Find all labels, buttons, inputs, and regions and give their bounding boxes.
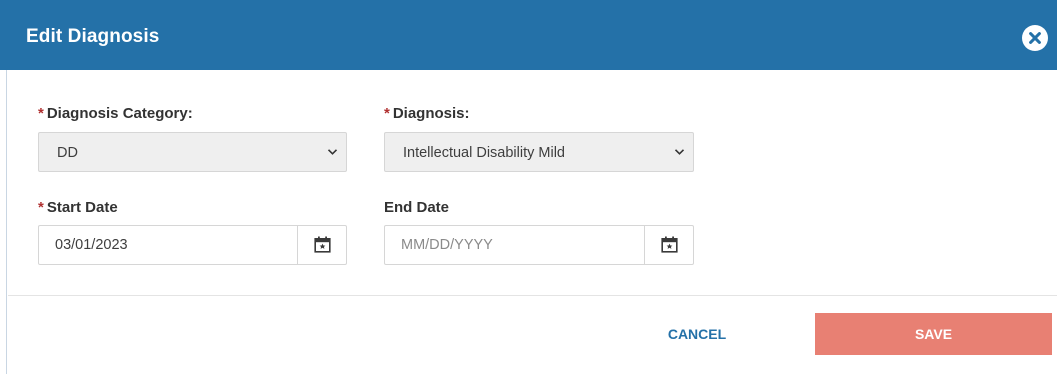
- start-date-calendar-button[interactable]: [297, 226, 346, 264]
- end-date-label: End Date: [384, 199, 449, 217]
- end-date-label-text: End Date: [384, 199, 450, 216]
- diagnosis-value: Intellectual Disability Mild: [403, 145, 565, 161]
- calendar-icon: [661, 236, 678, 253]
- edit-diagnosis-dialog: Edit Diagnosis * Diagnosis Category: DD *…: [0, 0, 1057, 374]
- end-date-calendar-button[interactable]: [644, 226, 693, 264]
- calendar-icon: [314, 236, 331, 253]
- start-date-field: [38, 225, 347, 265]
- cancel-button[interactable]: CANCEL: [655, 313, 739, 355]
- diagnosis-label: * Diagnosis:: [384, 105, 470, 123]
- diagnosis-select[interactable]: Intellectual Disability Mild: [384, 132, 694, 172]
- save-button[interactable]: SAVE: [815, 313, 1052, 355]
- start-date-label-text: Start Date: [46, 199, 118, 216]
- dialog-border: [0, 70, 7, 374]
- start-date-input[interactable]: [39, 226, 297, 264]
- diagnosis-category-value: DD: [57, 145, 78, 161]
- diagnosis-category-select[interactable]: DD: [38, 132, 347, 172]
- required-marker: *: [38, 199, 44, 216]
- end-date-input[interactable]: [385, 226, 644, 264]
- diagnosis-category-label-text: Diagnosis Category:: [46, 105, 193, 122]
- dialog-header: Edit Diagnosis: [0, 0, 1057, 70]
- end-date-field: [384, 225, 694, 265]
- start-date-label: * Start Date: [38, 199, 118, 217]
- diagnosis-category-label: * Diagnosis Category:: [38, 105, 193, 123]
- diagnosis-label-text: Diagnosis:: [392, 105, 470, 122]
- required-marker: *: [384, 105, 390, 122]
- chevron-down-icon: [674, 149, 685, 155]
- footer-divider: [8, 295, 1057, 296]
- close-circle-icon: [1029, 32, 1041, 44]
- close-button[interactable]: [1022, 25, 1048, 51]
- required-marker: *: [38, 105, 44, 122]
- dialog-title: Edit Diagnosis: [26, 26, 160, 47]
- chevron-down-icon: [327, 149, 338, 155]
